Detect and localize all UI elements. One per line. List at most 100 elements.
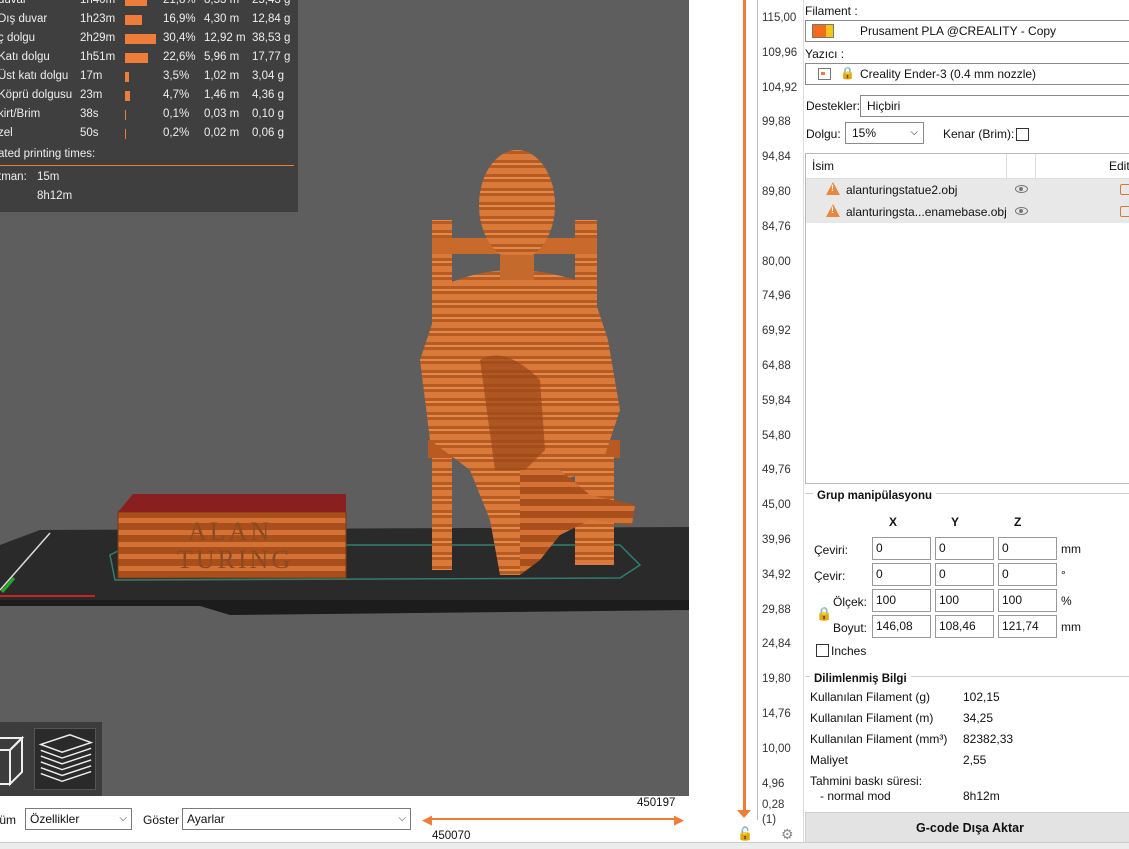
feature-bar: [125, 110, 126, 120]
eye-icon[interactable]: [1015, 185, 1028, 193]
rotate-label: Çevir:: [814, 569, 846, 583]
normal-mode-label: - normal mod: [820, 789, 891, 803]
filament-select[interactable]: Prusament PLA @CREALITY - Copy: [805, 20, 1129, 42]
legend-row: ç dolgu 2h29m 30,4% 12,92 m 38,53 g: [0, 30, 298, 49]
layer-slider-bottom-handle[interactable]: [737, 810, 751, 818]
view-type-select[interactable]: Özellikler ⌵: [25, 808, 132, 830]
feature-length: 4,30 m: [204, 13, 240, 25]
column-edit[interactable]: Edit: [1109, 159, 1129, 173]
layer-tick-label: 10,00: [762, 742, 791, 755]
rotate-y-input[interactable]: 0: [935, 563, 994, 586]
show-select[interactable]: Ayarlar ⌵: [182, 808, 411, 830]
layer-tick-label: 74,96: [762, 290, 791, 303]
rotate-z-input[interactable]: 0: [998, 563, 1057, 586]
supports-label: Destekler:: [806, 99, 861, 113]
move-slider-right-handle[interactable]: ▶: [674, 812, 684, 828]
scale-y-input[interactable]: 100: [935, 589, 994, 612]
infill-select[interactable]: 15% ⌵: [845, 122, 924, 144]
legend-row: Köprü dolgusu 23m 4,7% 1,46 m 4,36 g: [0, 87, 298, 106]
feature-weight: 0,06 g: [252, 127, 284, 139]
3d-view-icon[interactable]: [0, 728, 32, 790]
feature-percent: 0,2%: [163, 127, 190, 139]
layer-slider[interactable]: 115,00 109,96 104,92 99,88 94,84 89,80 84,76 80…: [689, 0, 803, 849]
printer-value: Creality Ender-3 (0.4 mm nozzle): [860, 67, 1037, 81]
feature-weight: 4,36 g: [252, 89, 284, 101]
layers-view-icon[interactable]: [34, 728, 96, 790]
feature-name: duvar: [0, 0, 27, 6]
feature-bar: [125, 15, 142, 25]
lock-icon[interactable]: 🔓: [737, 826, 753, 842]
show-value: Ayarlar: [187, 812, 225, 826]
feature-bar: [125, 34, 156, 44]
size-z-input[interactable]: 121,74: [998, 615, 1057, 638]
translate-unit: mm: [1061, 542, 1081, 556]
printer-select[interactable]: 🔒 Creality Ender-3 (0.4 mm nozzle): [805, 63, 1129, 85]
feature-bar: [125, 129, 126, 139]
lock-icon: 🔒: [840, 66, 855, 80]
feature-bar: [125, 0, 147, 6]
gear-icon[interactable]: ⚙: [781, 826, 794, 843]
layer-slider-track[interactable]: [743, 0, 746, 814]
inches-checkbox[interactable]: [816, 644, 829, 657]
eye-icon[interactable]: [1015, 207, 1028, 215]
scale-x-input[interactable]: 100: [872, 589, 931, 612]
status-bar: [0, 842, 1129, 849]
scale-z-input[interactable]: 100: [998, 589, 1057, 612]
feature-bar: [125, 53, 148, 63]
3d-viewport[interactable]: ALAN TURING duvar 1h40m 21,8% 8,53 m 25,43 g…: [0, 0, 689, 796]
export-gcode-button[interactable]: G-code Dışa Aktar: [805, 812, 1129, 844]
estimated-time-label: Tahmini baskı süresi:: [810, 774, 923, 788]
layer-tick-label: 59,84: [762, 394, 791, 407]
axis-x-label: X: [889, 515, 898, 529]
size-y-input[interactable]: 108,46: [935, 615, 994, 638]
move-slider-left-handle[interactable]: ◀: [422, 812, 432, 828]
mode-time: 15m: [37, 171, 60, 183]
supports-value: Hiçbiri: [867, 99, 901, 113]
edit-icon[interactable]: [1120, 206, 1129, 217]
feature-length: 8,53 m: [204, 0, 240, 6]
move-range-max: 450197: [637, 797, 676, 809]
supports-select[interactable]: Hiçbiri: [860, 95, 1129, 117]
feature-time: 1h40m: [80, 0, 116, 6]
translate-y-input[interactable]: 0: [935, 537, 994, 560]
object-row[interactable]: alanturingsta...enamebase.obj: [806, 201, 1129, 223]
layer-tick-label: 29,88: [762, 603, 791, 616]
feature-time: 1h51m: [80, 51, 116, 63]
layer-tick-label: 4,96: [762, 777, 785, 790]
rotate-x-input[interactable]: 0: [872, 563, 931, 586]
edit-icon[interactable]: [1120, 184, 1129, 195]
feature-length: 1,46 m: [204, 89, 240, 101]
feature-bar: [125, 72, 129, 82]
brim-checkbox[interactable]: [1016, 128, 1029, 141]
feature-time: 2h29m: [80, 32, 116, 44]
object-row[interactable]: alanturingstatue2.obj: [806, 179, 1129, 201]
normal-mode-value: 8h12m: [963, 789, 1000, 803]
feature-weight: 12,84 g: [252, 13, 291, 25]
name-base-top: [118, 494, 346, 512]
warning-icon[interactable]: [826, 182, 840, 195]
object-list[interactable]: İsim Edit alanturingstatue2.obj alanturi…: [805, 153, 1129, 484]
view-type-label: ıüm: [0, 813, 17, 827]
object-list-header: İsim Edit: [806, 154, 1129, 179]
statue-head: [479, 150, 555, 260]
move-slider-track[interactable]: [428, 818, 678, 820]
view-toggle-group: [0, 722, 102, 796]
object-name: alanturingstatue2.obj: [846, 183, 958, 197]
feature-name: Üst katı dolgu: [0, 70, 69, 82]
legend-row: Dış duvar 1h23m 16,9% 4,30 m 12,84 g: [0, 11, 298, 30]
chevron-down-icon: ⌵: [119, 813, 127, 824]
feature-percent: 0,1%: [163, 108, 190, 120]
layer-tick-label: 39,96: [762, 534, 791, 546]
size-x-input[interactable]: 146,08: [872, 615, 931, 638]
layer-tick-label: 84,76: [762, 220, 791, 233]
column-name[interactable]: İsim: [812, 159, 834, 173]
size-label: Boyut:: [833, 621, 868, 635]
layer-tick-label: 64,88: [762, 360, 791, 372]
filament-mm3-label: Kullanılan Filament (mm³): [810, 732, 948, 746]
layer-tick-label: 19,80: [762, 673, 791, 686]
translate-z-input[interactable]: 0: [998, 537, 1057, 560]
translate-x-input[interactable]: 0: [872, 537, 931, 560]
lock-icon[interactable]: 🔒: [816, 606, 832, 622]
warning-icon[interactable]: [826, 204, 840, 217]
translate-label: Çeviri:: [814, 543, 849, 557]
